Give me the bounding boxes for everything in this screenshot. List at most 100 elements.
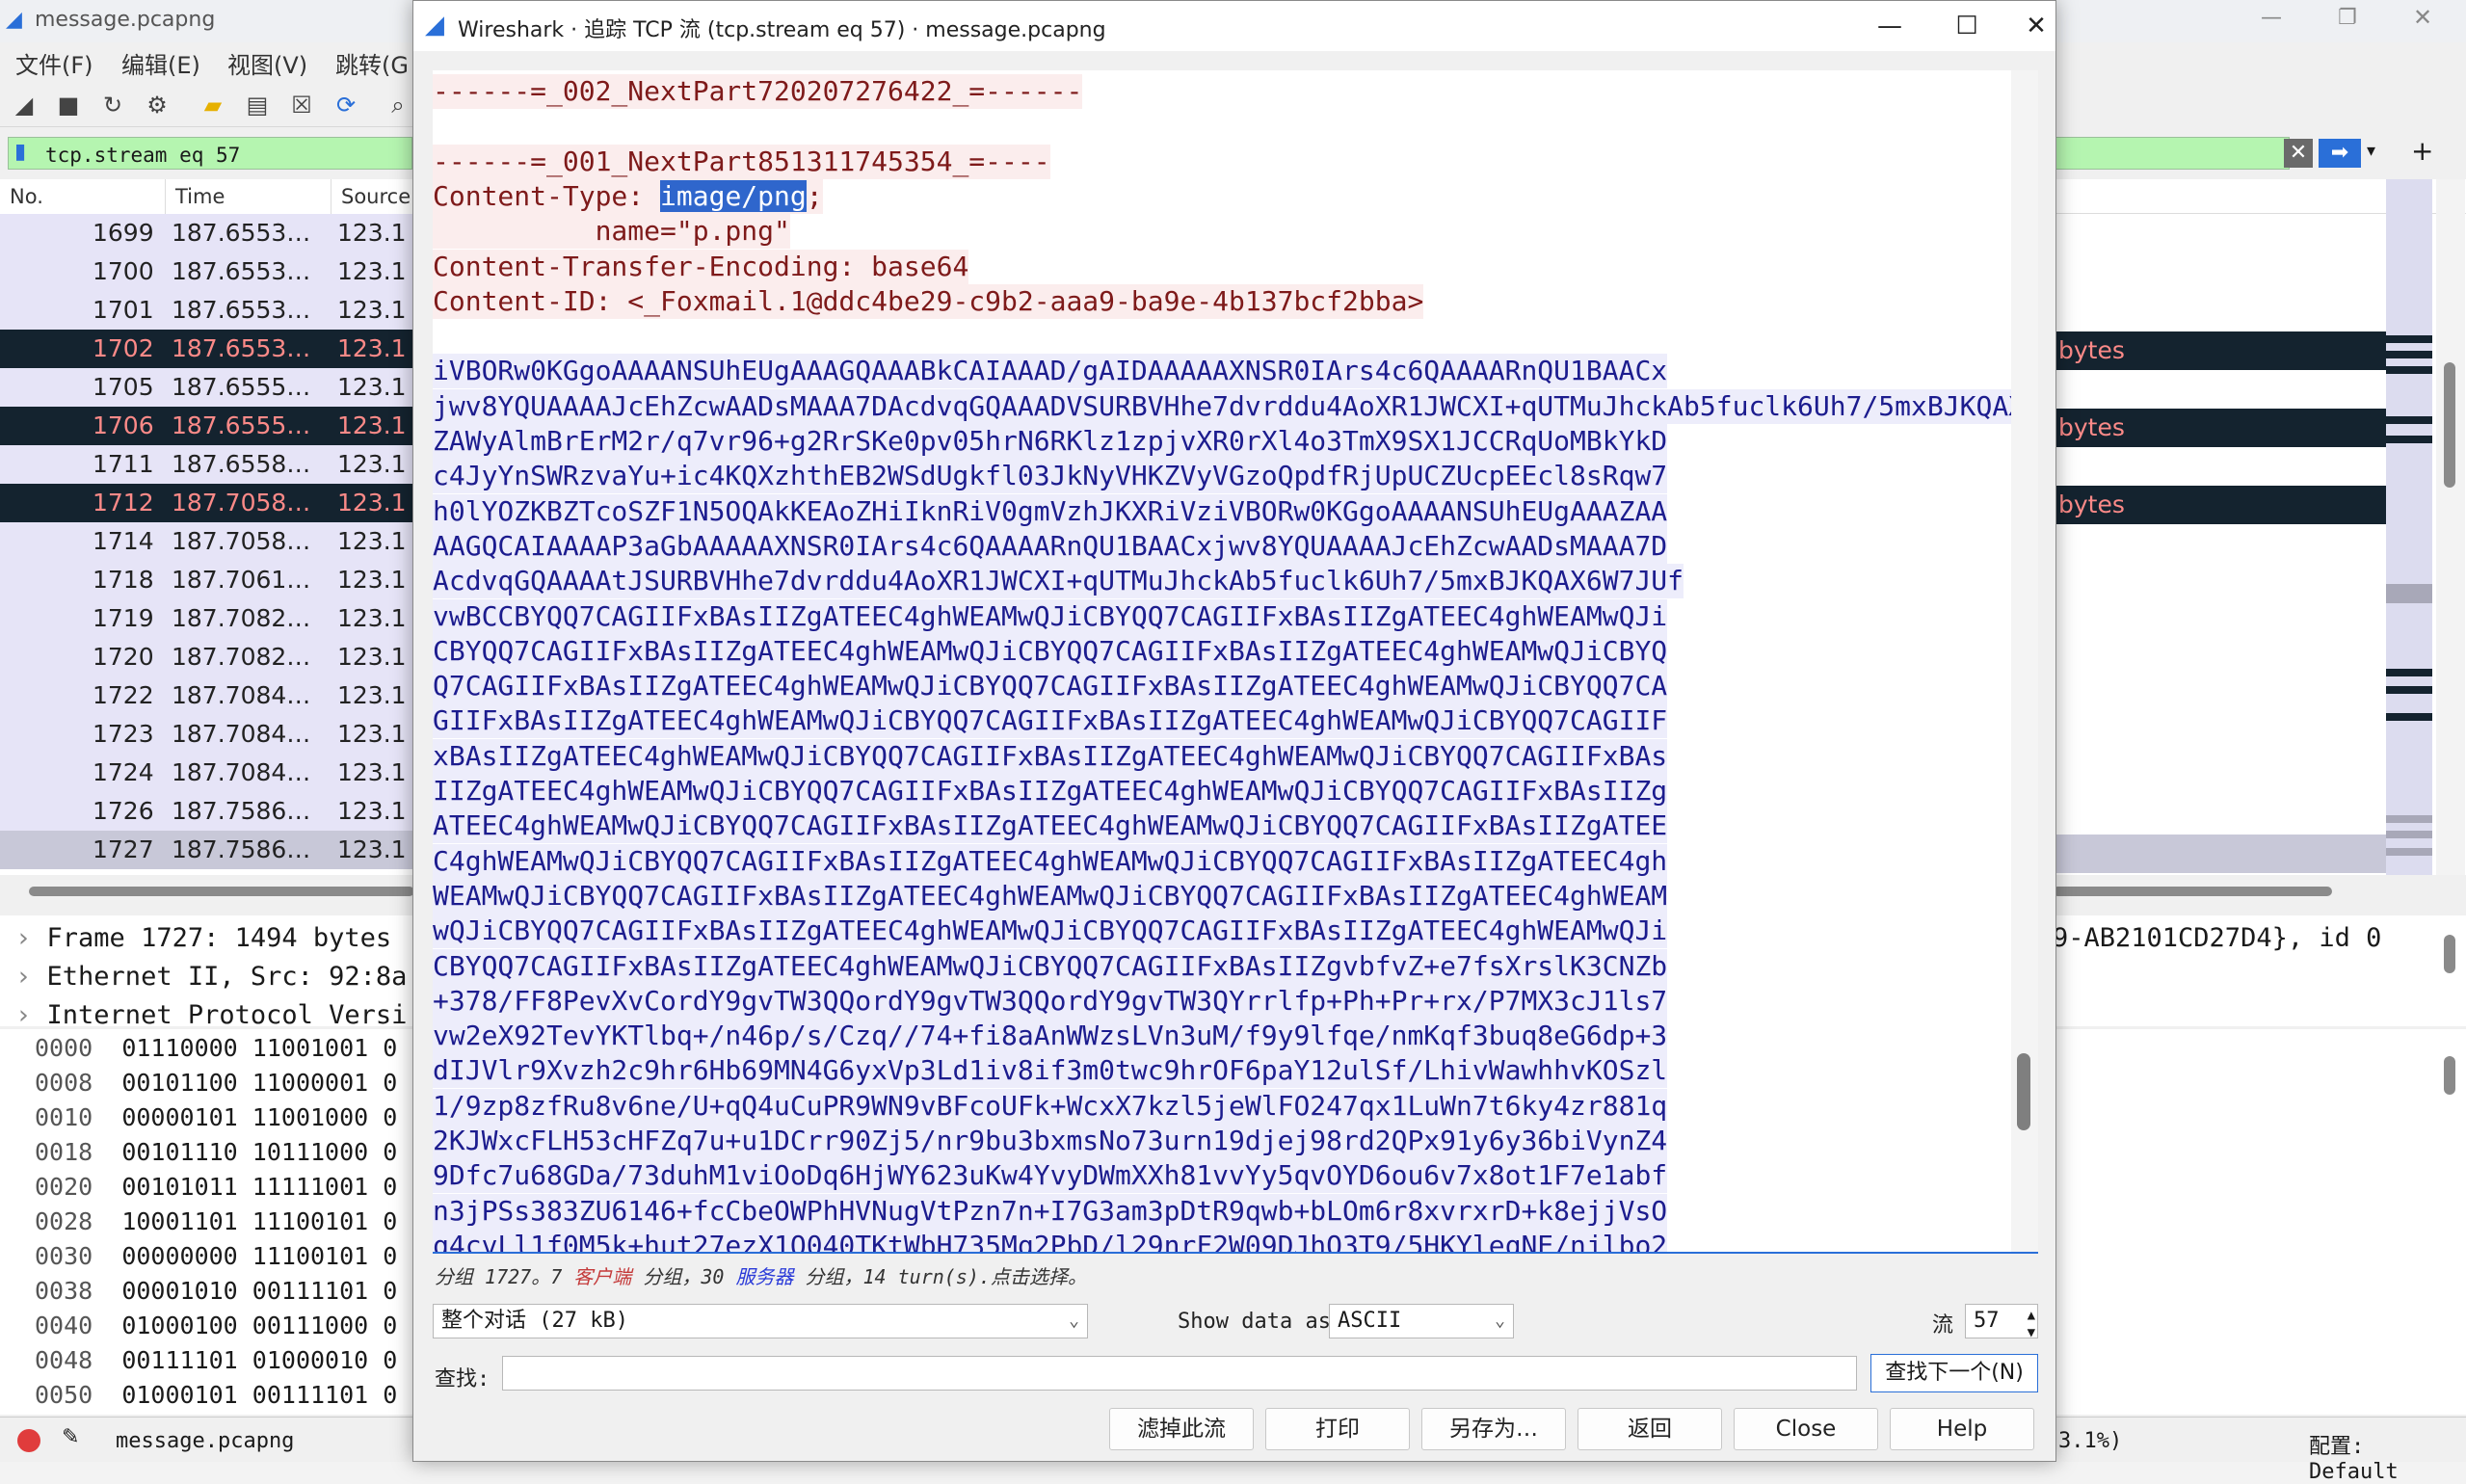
- hex-row[interactable]: 0030 00000000 11100101 0: [35, 1239, 397, 1274]
- hex-row[interactable]: 0020 00101011 11111001 0: [35, 1170, 397, 1205]
- column-time[interactable]: Time: [166, 179, 331, 214]
- status-profile[interactable]: 配置: Default: [2309, 1429, 2466, 1484]
- maximize-icon[interactable]: ❐: [2338, 6, 2357, 30]
- stream-number-spinbox[interactable]: 57 ▲ ▼: [1965, 1304, 2038, 1340]
- packet-row[interactable]: 1711 187.6558… 123.1: [0, 445, 414, 484]
- column-no[interactable]: No.: [0, 179, 166, 214]
- menu-edit[interactable]: 编辑(E): [121, 46, 200, 80]
- minimize-icon[interactable]: —: [2261, 6, 2282, 30]
- packet-row[interactable]: 1722 187.7084… 123.1: [0, 676, 414, 715]
- spin-down-icon[interactable]: ▼: [2028, 1316, 2035, 1349]
- hscroll-bar-right[interactable]: [2053, 879, 2466, 904]
- filter-out-stream-button[interactable]: 滤掉此流: [1109, 1408, 1254, 1450]
- packet-row[interactable]: 1699 187.6553… 123.1: [0, 214, 414, 252]
- shark-fin-start-icon[interactable]: ◢: [10, 91, 39, 119]
- packet-row[interactable]: 1706 187.6555… 123.1: [0, 407, 414, 445]
- hex-row[interactable]: 0048 00111101 01000010 0: [35, 1343, 397, 1378]
- maximize-icon[interactable]: ☐: [1938, 9, 1996, 43]
- hex-row[interactable]: 0038 00001010 00111101 0: [35, 1274, 397, 1309]
- packet-row[interactable]: 1723 187.7084… 123.1: [0, 715, 414, 754]
- stream-scrollbar[interactable]: [2011, 70, 2038, 1252]
- packet-minimap[interactable]: [2386, 179, 2432, 875]
- scroll-thumb[interactable]: [2444, 362, 2455, 488]
- find-next-button[interactable]: 查找下一个(N): [1870, 1354, 2038, 1392]
- packet-row[interactable]: 1700 187.6553… 123.1: [0, 252, 414, 291]
- packet-row[interactable]: 1720 187.7082… 123.1: [0, 638, 414, 676]
- expand-icon[interactable]: ›: [15, 962, 31, 992]
- filter-history-dropdown-icon[interactable]: ▾: [2367, 141, 2375, 161]
- close-file-icon[interactable]: ☒: [287, 91, 316, 119]
- help-button[interactable]: Help: [1890, 1408, 2034, 1450]
- detail-ethernet[interactable]: › Ethernet II, Src: 92:8a: [15, 958, 407, 996]
- edit-comment-icon[interactable]: ✎: [62, 1425, 79, 1449]
- hex-row[interactable]: 0028 10001101 11100101 0: [35, 1205, 397, 1239]
- find-input[interactable]: [502, 1356, 1857, 1391]
- display-filter-input[interactable]: ▮ tcp.stream eq 57: [8, 137, 412, 170]
- dialog-title: Wireshark · 追踪 TCP 流 (tcp.stream eq 57) …: [458, 18, 1106, 42]
- clear-filter-icon[interactable]: ✕: [2284, 139, 2313, 168]
- stream-content[interactable]: ------=_002_NextPart720207276422_=------…: [433, 70, 2023, 1252]
- apply-filter-icon[interactable]: ➡: [2319, 139, 2361, 168]
- packet-row[interactable]: 1724 187.7084… 123.1: [0, 754, 414, 792]
- close-icon[interactable]: ✕: [2413, 4, 2432, 31]
- hex-row[interactable]: 0018 00101110 10111000 0: [35, 1135, 397, 1170]
- packet-row[interactable]: 1714 187.7058… 123.1: [0, 522, 414, 561]
- menu-file[interactable]: 文件(F): [15, 46, 93, 80]
- packet-row[interactable]: 1701 187.6553… 123.1: [0, 291, 414, 330]
- wireshark-logo-icon: ◢: [425, 11, 444, 40]
- row-info: bytes: [2058, 336, 2125, 364]
- back-button[interactable]: 返回: [1578, 1408, 1722, 1450]
- info-server-link[interactable]: 服务器: [735, 1265, 793, 1288]
- capture-options-icon[interactable]: ⚙: [143, 91, 172, 119]
- display-filter-input-end[interactable]: [2055, 137, 2290, 170]
- open-file-icon[interactable]: ▰: [199, 91, 227, 119]
- print-button[interactable]: 打印: [1265, 1408, 1410, 1450]
- detail-frame[interactable]: › Frame 1727: 1494 bytes: [15, 919, 391, 958]
- menu-view[interactable]: 视图(V): [227, 46, 307, 80]
- expand-icon[interactable]: ›: [15, 923, 31, 953]
- show-data-as-select[interactable]: ASCII ⌄: [1329, 1304, 1514, 1338]
- hex-row[interactable]: 0050 01000101 00111101 0: [35, 1378, 397, 1413]
- packet-row-right[interactable]: bytes: [2053, 409, 2390, 447]
- add-filter-button-icon[interactable]: +: [2411, 135, 2433, 167]
- main-window-title: message.pcapng: [35, 8, 216, 32]
- packet-row[interactable]: 1719 187.7082… 123.1: [0, 599, 414, 638]
- restart-capture-icon[interactable]: ↻: [98, 91, 127, 119]
- packet-row[interactable]: 1718 187.7061… 123.1: [0, 561, 414, 599]
- packet-row-right[interactable]: bytes: [2053, 331, 2390, 370]
- packet-row[interactable]: 1727 187.7586… 123.1: [0, 831, 414, 869]
- scroll-thumb[interactable]: [2444, 935, 2455, 973]
- scroll-thumb[interactable]: [2444, 1056, 2455, 1095]
- minimize-icon[interactable]: —: [1861, 9, 1919, 43]
- detail-ip[interactable]: › Internet Protocol Versi: [15, 996, 407, 1026]
- scroll-thumb[interactable]: [2017, 1053, 2030, 1130]
- close-button[interactable]: Close: [1734, 1408, 1878, 1450]
- expand-icon[interactable]: ›: [15, 1000, 31, 1026]
- packet-list-scrollbar[interactable]: [2436, 179, 2465, 875]
- selected-row-right[interactable]: [2053, 835, 2390, 873]
- stop-capture-icon[interactable]: ■: [54, 91, 83, 119]
- packet-row[interactable]: 1712 187.7058… 123.1: [0, 484, 414, 522]
- hex-row[interactable]: 0000 01110000 11001001 0: [35, 1031, 397, 1066]
- find-packet-icon[interactable]: ⌕: [384, 91, 412, 119]
- hscroll-bar[interactable]: [0, 879, 414, 904]
- save-file-icon[interactable]: ▤: [243, 91, 272, 119]
- conversation-select[interactable]: 整个对话 (27 kB) ⌄: [433, 1304, 1088, 1338]
- hex-row[interactable]: 0040 01000100 00111000 0: [35, 1309, 397, 1343]
- packet-row-right[interactable]: bytes: [2053, 486, 2390, 524]
- packet-row[interactable]: 1702 187.6553… 123.1: [0, 330, 414, 368]
- reload-icon[interactable]: ⟳: [331, 91, 360, 119]
- hex-row[interactable]: 0008 00101100 11000001 0: [35, 1066, 397, 1100]
- save-as-button[interactable]: 另存为…: [1421, 1408, 1566, 1450]
- column-source[interactable]: Source: [331, 179, 414, 214]
- line-text: CBYQQ7CAGIIFxBAsIIZgATEEC4ghWEAMwQJiCBYQ…: [433, 949, 1668, 982]
- bookmark-icon[interactable]: ▮: [14, 140, 26, 164]
- expert-info-icon[interactable]: [17, 1429, 40, 1452]
- hex-row[interactable]: 0010 00000101 11001000 0: [35, 1100, 397, 1135]
- row-source: 123.1: [337, 527, 407, 555]
- menu-go[interactable]: 跳转(G: [335, 46, 409, 80]
- close-icon[interactable]: ✕: [2015, 9, 2057, 43]
- info-client-link[interactable]: 客户端: [573, 1265, 631, 1288]
- packet-row[interactable]: 1705 187.6555… 123.1: [0, 368, 414, 407]
- packet-row[interactable]: 1726 187.7586… 123.1: [0, 792, 414, 831]
